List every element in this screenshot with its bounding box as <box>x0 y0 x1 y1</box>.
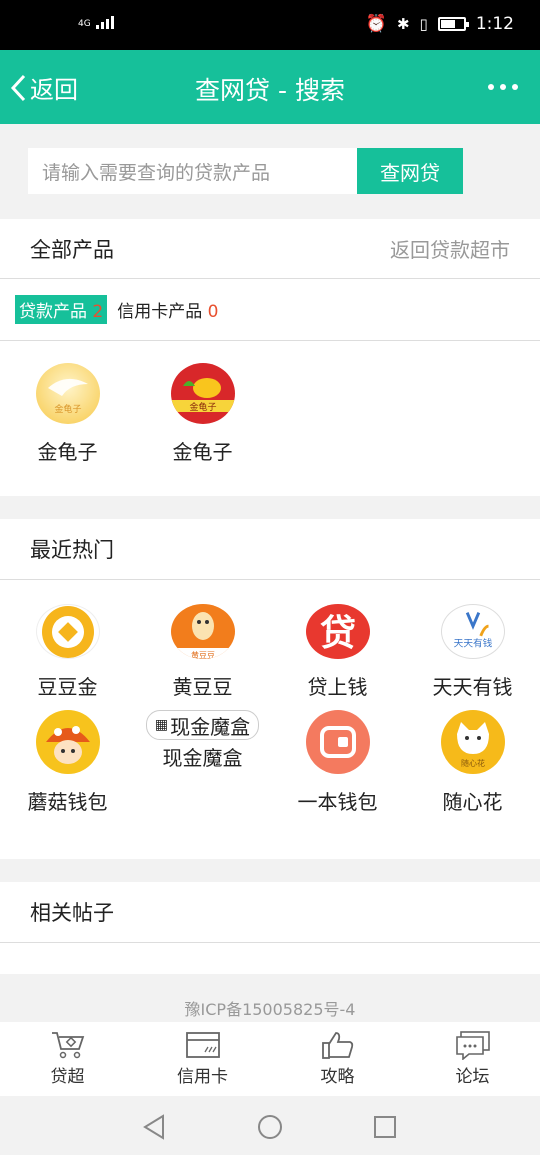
battery-icon <box>437 17 469 31</box>
signal-icon: 4G <box>78 16 114 29</box>
status-bar: 4G ⏰ ✱ ▯ 1:12 <box>0 0 540 50</box>
cat-logo: 随心花 <box>440 710 505 774</box>
tab-label: 贷超 <box>50 1067 85 1087</box>
product-name: 蘑菇钱包 <box>27 790 108 814</box>
recents-square-icon[interactable] <box>373 1114 397 1140</box>
hot-section: 最近热门 豆豆金 黄豆豆 黄豆豆 贷 贷上钱 天天有钱 天天有钱 蘑菇钱包 ▦ … <box>0 519 540 859</box>
product-name: 现金魔盒 <box>162 746 243 770</box>
top-nav-bar: 返回 查网贷 - 搜索 <box>0 50 540 124</box>
svg-text:黄豆豆: 黄豆豆 <box>191 650 215 660</box>
product-name: 一本钱包 <box>297 790 378 814</box>
gold-beetle-logo: 金龟子 <box>35 363 100 424</box>
search-placeholder: 请输入需要查询的贷款产品 <box>42 161 271 184</box>
peanut-logo: 黄豆豆 <box>170 604 235 660</box>
more-options-icon[interactable] <box>488 84 518 90</box>
credit-card-icon <box>185 1032 220 1058</box>
svg-text:金龟子: 金龟子 <box>189 401 216 413</box>
product-filters: 贷款产品 2 信用卡产品 0 <box>0 279 540 341</box>
mushroom-logo <box>35 710 100 774</box>
alarm-icon: ⏰ <box>365 14 387 34</box>
network-type: 4G <box>78 19 91 29</box>
clock: 1:12 <box>475 14 514 34</box>
gold-beetle-logo-alt: 金龟子 <box>170 363 235 424</box>
product-item[interactable]: 一本钱包 <box>270 700 405 836</box>
page-title: 查网贷 - 搜索 <box>195 76 345 105</box>
search-input[interactable]: 请输入需要查询的贷款产品 <box>28 148 358 194</box>
tiantian-logo: 天天有钱 <box>440 604 505 659</box>
tab-credit-card[interactable]: 信用卡 <box>135 1022 270 1096</box>
tab-forum[interactable]: 论坛 <box>405 1022 540 1096</box>
bluetooth-icon: ✱ <box>396 15 410 33</box>
tab-loan-market[interactable]: 贷超 <box>0 1022 135 1096</box>
product-item[interactable]: ▦ 现金魔盒 现金魔盒 <box>135 700 270 836</box>
home-circle-icon[interactable] <box>257 1114 283 1140</box>
product-name: 金龟子 <box>37 440 98 464</box>
back-triangle-icon[interactable] <box>142 1114 166 1140</box>
bottom-tab-bar: 贷超 信用卡 攻略 论坛 <box>0 1022 540 1096</box>
svg-text:金龟子: 金龟子 <box>54 403 81 415</box>
broken-image-icon: ▦ 现金魔盒 <box>145 710 260 740</box>
product-item[interactable]: 天天有钱 天天有钱 <box>405 580 540 700</box>
related-posts-section: 相关帖子 <box>0 882 540 974</box>
product-name: 随心花 <box>442 790 503 814</box>
thumbs-up-icon <box>321 1032 353 1059</box>
wallet-logo <box>305 710 370 774</box>
product-item[interactable]: 金龟子 金龟子 <box>0 341 135 465</box>
section-title: 相关帖子 <box>30 901 114 925</box>
product-name: 天天有钱 <box>432 675 513 699</box>
chat-icon <box>455 1031 490 1060</box>
product-item[interactable]: 黄豆豆 黄豆豆 <box>135 580 270 700</box>
product-name: 豆豆金 <box>37 675 98 699</box>
tab-guide[interactable]: 攻略 <box>270 1022 405 1096</box>
product-item[interactable]: 随心花 随心花 <box>405 700 540 836</box>
search-button[interactable]: 查网贷 <box>357 148 463 194</box>
tab-label: 论坛 <box>455 1067 490 1087</box>
product-name: 贷上钱 <box>307 675 368 699</box>
svg-text:天天有钱: 天天有钱 <box>453 636 492 649</box>
back-to-market-link[interactable]: 返回贷款超市 <box>390 234 510 263</box>
product-item[interactable]: 贷 贷上钱 <box>270 580 405 700</box>
product-item[interactable]: 豆豆金 <box>0 580 135 700</box>
product-item[interactable]: 金龟子 金龟子 <box>135 341 270 465</box>
tab-loan-products[interactable]: 贷款产品 2 <box>15 295 108 324</box>
tab-label: 攻略 <box>320 1067 355 1087</box>
tab-label: 信用卡 <box>177 1067 228 1087</box>
product-name: 金龟子 <box>172 440 233 464</box>
section-title: 最近热门 <box>30 538 114 562</box>
product-name: 黄豆豆 <box>172 675 233 699</box>
tab-credit-card-products[interactable]: 信用卡产品 0 <box>117 297 218 322</box>
vibrate-icon: ▯ <box>419 15 428 33</box>
search-area: 请输入需要查询的贷款产品 查网贷 <box>0 124 540 218</box>
system-navigation-bar <box>0 1096 540 1155</box>
all-products-section: 全部产品 返回贷款超市 贷款产品 2 信用卡产品 0 金龟子 金龟子 金龟子 金… <box>0 219 540 496</box>
icp-license: 豫ICP备15005825号-4 <box>184 1000 356 1019</box>
cart-icon <box>51 1032 84 1059</box>
svg-text:随心花: 随心花 <box>461 758 485 768</box>
dai-char-logo: 贷 <box>305 604 370 659</box>
svg-text:贷: 贷 <box>319 613 355 654</box>
coin-logo <box>35 604 100 659</box>
section-title: 全部产品 <box>30 237 114 262</box>
product-item[interactable]: 蘑菇钱包 <box>0 700 135 836</box>
